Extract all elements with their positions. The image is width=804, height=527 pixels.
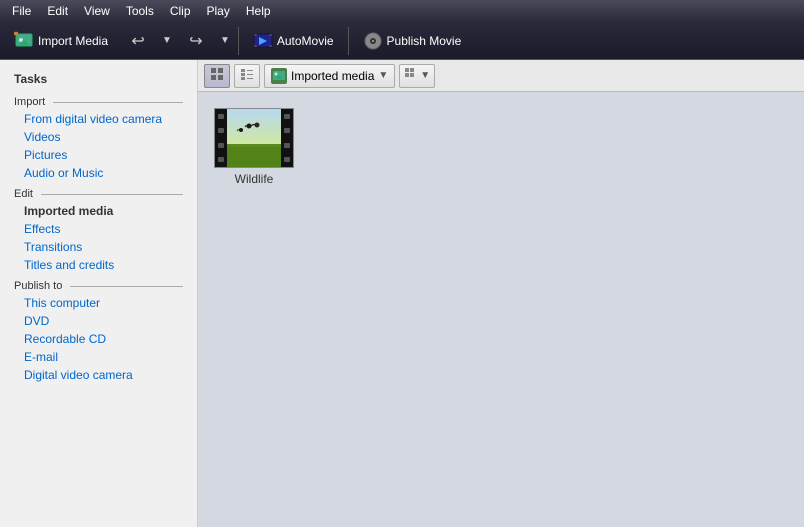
sidebar-item-titles[interactable]: Titles and credits (0, 256, 197, 274)
film-strip-left (215, 109, 227, 167)
film-hole (218, 143, 224, 148)
menu-file[interactable]: File (4, 2, 39, 20)
media-thumbnail (214, 108, 294, 168)
sidebar-item-effects[interactable]: Effects (0, 220, 197, 238)
imported-media-dropdown[interactable]: Imported media ▼ (264, 64, 395, 88)
toolbar-separator (238, 27, 239, 55)
view-options-icon (404, 67, 418, 84)
menu-bar: File Edit View Tools Clip Play Help (0, 0, 804, 22)
automovie-icon (253, 31, 273, 51)
sidebar-item-recordable-cd[interactable]: Recordable CD (0, 330, 197, 348)
sidebar-edit-section: Edit (0, 182, 197, 202)
sidebar-item-audio[interactable]: Audio or Music (0, 164, 197, 182)
publish-movie-button[interactable]: Publish Movie (355, 26, 470, 56)
media-area: Wildlife (198, 92, 804, 527)
sidebar-tasks-title: Tasks (0, 68, 197, 90)
toolbar: Import Media ↩ ▼ ↪ ▼ AutoMovie (0, 22, 804, 60)
sidebar-item-imported-media[interactable]: Imported media (0, 202, 197, 220)
menu-help[interactable]: Help (238, 2, 279, 20)
sidebar-item-digital-video[interactable]: From digital video camera (0, 110, 197, 128)
sidebar-import-section: Import (0, 90, 197, 110)
film-hole (284, 114, 290, 119)
undo-icon: ↩ (128, 31, 148, 51)
dropdown-label: Imported media (291, 69, 374, 83)
sidebar-item-email[interactable]: E-mail (0, 348, 197, 366)
publish-movie-icon (363, 31, 383, 51)
thumbnail-image (227, 109, 281, 167)
menu-clip[interactable]: Clip (162, 2, 199, 20)
film-hole (284, 157, 290, 162)
view-options-arrow-icon: ▼ (420, 70, 430, 81)
film-hole (218, 157, 224, 162)
sidebar-item-dvd[interactable]: DVD (0, 312, 197, 330)
menu-edit[interactable]: Edit (39, 2, 76, 20)
view-detail-button[interactable] (234, 64, 260, 88)
film-hole (218, 114, 224, 119)
redo-button[interactable]: ↪ (178, 26, 214, 56)
toolbar-separator-2 (348, 27, 349, 55)
media-item-label: Wildlife (235, 172, 274, 186)
import-media-button[interactable]: Import Media (6, 26, 116, 56)
view-grid-icon (210, 67, 224, 84)
undo-button[interactable]: ↩ (120, 26, 156, 56)
sidebar-item-dv-camera[interactable]: Digital video camera (0, 366, 197, 384)
publish-movie-label: Publish Movie (387, 34, 462, 48)
menu-play[interactable]: Play (199, 2, 238, 20)
dropdown-arrow-icon: ▼ (378, 70, 388, 81)
sidebar-item-pictures[interactable]: Pictures (0, 146, 197, 164)
import-media-icon (14, 31, 34, 51)
redo-arrow[interactable]: ▼ (218, 35, 232, 46)
film-hole (284, 128, 290, 133)
sidebar-item-this-computer[interactable]: This computer (0, 294, 197, 312)
film-strip-right (281, 109, 293, 167)
sidebar: Tasks Import From digital video camera V… (0, 60, 198, 527)
film-hole (284, 143, 290, 148)
list-item[interactable]: Wildlife (214, 108, 294, 186)
redo-icon: ↪ (186, 31, 206, 51)
view-grid-button[interactable] (204, 64, 230, 88)
sidebar-item-transitions[interactable]: Transitions (0, 238, 197, 256)
menu-view[interactable]: View (76, 2, 118, 20)
film-hole (218, 128, 224, 133)
view-detail-icon (240, 67, 254, 84)
content-toolbar: Imported media ▼ ▼ (198, 60, 804, 92)
sidebar-publish-section: Publish to (0, 274, 197, 294)
view-options-button[interactable]: ▼ (399, 64, 435, 88)
dropdown-media-icon (271, 68, 287, 84)
main-content: Tasks Import From digital video camera V… (0, 60, 804, 527)
automovie-label: AutoMovie (277, 34, 334, 48)
menu-tools[interactable]: Tools (118, 2, 162, 20)
import-media-label: Import Media (38, 34, 108, 48)
sidebar-item-videos[interactable]: Videos (0, 128, 197, 146)
automovie-button[interactable]: AutoMovie (245, 26, 342, 56)
content-pane: Imported media ▼ ▼ (198, 60, 804, 527)
undo-arrow[interactable]: ▼ (160, 35, 174, 46)
